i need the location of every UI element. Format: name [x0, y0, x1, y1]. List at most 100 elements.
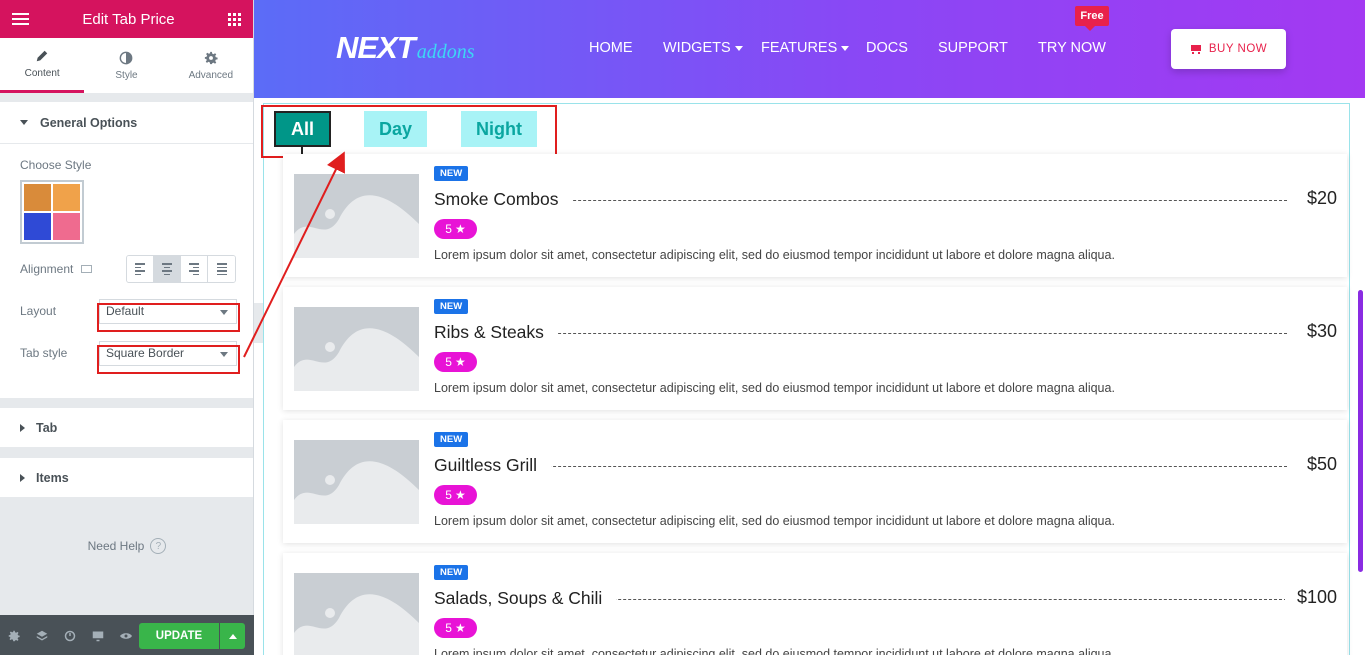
tab-night[interactable]: Night [461, 111, 537, 147]
caret-down-icon [20, 120, 28, 125]
scrollbar[interactable] [1358, 290, 1363, 572]
site-header: NEXT addons HOME WIDGETS FEATURES DOCS S… [254, 0, 1365, 98]
alignment-buttons [126, 255, 236, 283]
gear-icon [204, 51, 218, 64]
item-description: Lorem ipsum dolor sit amet, consectetur … [434, 248, 1115, 262]
tab-advanced[interactable]: Advanced [169, 38, 253, 93]
tab-advanced-label: Advanced [188, 69, 234, 81]
align-justify-button[interactable] [208, 256, 235, 282]
monitor-icon [81, 265, 93, 273]
nav-home[interactable]: HOME [589, 40, 633, 56]
annotation-box [97, 345, 240, 374]
align-left-button[interactable] [127, 256, 154, 282]
new-badge: NEW [434, 565, 469, 580]
price-leader-dots [483, 333, 1287, 334]
nav-features[interactable]: FEATURES [761, 40, 850, 56]
new-badge: NEW [434, 299, 469, 314]
alignment-control: Alignment [20, 255, 236, 283]
menu-item-card[interactable]: NEW Smoke Combos $20 5 ★ Lorem ipsum dolor si… [283, 154, 1347, 277]
history-icon[interactable] [64, 629, 76, 642]
site-logo[interactable]: NEXT addons [336, 30, 474, 66]
update-button[interactable]: UPDATE [139, 623, 219, 649]
tab-style[interactable]: Style [84, 38, 168, 93]
item-price: $100 [1284, 587, 1337, 608]
style-thumb-quadrant [53, 184, 80, 211]
responsive-icon[interactable] [92, 629, 104, 642]
pencil-icon [36, 50, 48, 62]
general-options-label: General Options [40, 115, 138, 130]
rating-badge: 5 ★ [434, 219, 477, 239]
menu-item-card[interactable]: NEW Salads, Soups & Chili $100 5 ★ Lorem ipsu… [283, 553, 1347, 655]
menu-item-card[interactable]: NEW Ribs & Steaks $30 5 ★ Lorem ipsum dolor s… [283, 287, 1347, 410]
tab-section: Tab [0, 408, 253, 448]
chevron-down-icon [841, 45, 850, 51]
items-section: Items [0, 458, 253, 498]
alignment-label: Alignment [20, 262, 74, 276]
item-description: Lorem ipsum dolor sit amet, consectetur … [434, 381, 1115, 395]
panel-title: Edit Tab Price [82, 10, 175, 28]
items-section-toggle[interactable]: Items [0, 458, 253, 498]
caret-up-icon [228, 633, 237, 639]
align-right-button[interactable] [181, 256, 208, 282]
tab-day[interactable]: Day [364, 111, 427, 147]
nav-support-label: SUPPORT [938, 40, 1008, 56]
item-title: Guiltless Grill [434, 455, 552, 476]
tab-style-label: Tab style [20, 346, 68, 360]
tab-section-toggle[interactable]: Tab [0, 408, 253, 448]
item-description: Lorem ipsum dolor sit amet, consectetur … [434, 514, 1115, 528]
nav-home-label: HOME [589, 40, 633, 56]
panel-header: Edit Tab Price [0, 0, 253, 38]
star-icon: ★ [454, 355, 466, 369]
caret-right-icon [20, 423, 25, 432]
hamburger-icon[interactable] [12, 13, 29, 25]
apps-grid-icon[interactable] [228, 12, 241, 26]
style-thumbnail[interactable] [20, 180, 84, 244]
caret-right-icon [20, 473, 25, 482]
need-help-link[interactable]: Need Help ? [0, 538, 254, 554]
need-help-label: Need Help [87, 539, 145, 553]
rating-value: 5 [445, 355, 452, 369]
contrast-icon [120, 51, 133, 64]
buy-now-button[interactable]: BUY NOW [1171, 29, 1286, 69]
free-badge: Free [1075, 6, 1109, 31]
panel-footer: UPDATE [0, 615, 254, 655]
annotation-box [97, 303, 240, 332]
item-title: Smoke Combos [434, 189, 573, 210]
image-placeholder-icon [294, 440, 419, 524]
tab-style-label: Style [115, 69, 138, 81]
nav-try-now[interactable]: TRY NOW [1038, 40, 1106, 56]
align-center-button[interactable] [154, 256, 181, 282]
nav-features-label: FEATURES [761, 40, 838, 56]
tab-content[interactable]: Content [0, 38, 85, 93]
nav-widgets-label: WIDGETS [663, 40, 731, 56]
menu-item-card[interactable]: NEW Guiltless Grill $50 5 ★ Lorem ipsum dolor… [283, 420, 1347, 543]
chevron-down-icon [734, 45, 743, 51]
settings-icon[interactable] [8, 629, 20, 642]
eye-icon[interactable] [120, 629, 132, 641]
new-badge: NEW [434, 432, 469, 447]
layers-icon[interactable] [36, 629, 48, 641]
star-icon: ★ [454, 222, 466, 236]
tab-all[interactable]: All [274, 111, 331, 147]
rating-badge: 5 ★ [434, 485, 477, 505]
style-thumb-quadrant [53, 213, 80, 240]
item-price: $30 [1294, 321, 1337, 342]
nav-support[interactable]: SUPPORT [938, 40, 1008, 56]
nav-docs[interactable]: DOCS [866, 40, 908, 56]
price-leader-dots [483, 200, 1287, 201]
item-title: Ribs & Steaks [434, 322, 558, 343]
page-content: All Day Night NEW Smoke Combos $20 5 ★ Lorem … [254, 98, 1365, 655]
items-section-label: Items [36, 470, 69, 485]
rating-value: 5 [445, 621, 452, 635]
general-options-toggle[interactable]: General Options [0, 102, 253, 144]
tab-section-label: Tab [36, 420, 58, 435]
update-options-button[interactable] [220, 623, 245, 649]
general-options-section: General Options Choose Style Alignment L… [0, 102, 253, 398]
star-icon: ★ [454, 621, 466, 635]
nav-widgets[interactable]: WIDGETS [663, 40, 743, 56]
item-description: Lorem ipsum dolor sit amet, consectetur … [434, 647, 1115, 655]
image-placeholder-icon [294, 174, 419, 258]
item-title: Salads, Soups & Chili [434, 588, 617, 609]
editor-panel: Edit Tab Price Content Style Advanced Ge… [0, 0, 254, 655]
general-options-body: Choose Style Alignment Layout Default Ta… [0, 144, 253, 398]
